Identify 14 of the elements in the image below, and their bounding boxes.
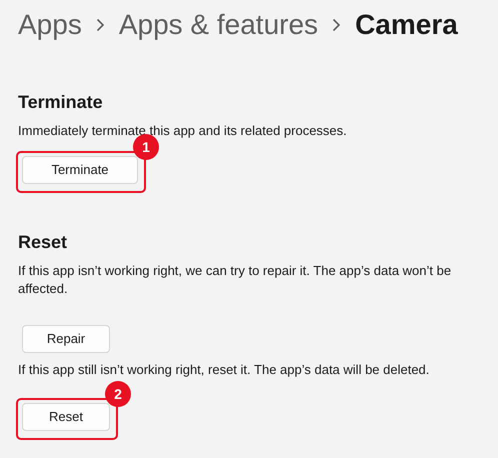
callout-badge: 2	[105, 381, 131, 407]
description-text: If this app still isn’t working right, reset it. The app’s data will be deleted.	[18, 361, 430, 379]
action-button[interactable]: Repair	[22, 325, 110, 353]
breadcrumb-link[interactable]: Apps	[18, 4, 82, 46]
chevron-icon	[332, 18, 342, 32]
description-text: If this app isn’t working right, we can try to repair it. The app’s data won’t be affected.	[18, 262, 452, 298]
action-button[interactable]: Terminate	[22, 156, 138, 184]
page-title: Camera	[355, 8, 458, 42]
callout-badge: 1	[133, 134, 159, 160]
breadcrumb-link[interactable]: Apps & features	[118, 4, 318, 46]
section-heading: Terminate	[18, 91, 104, 114]
chevron-icon	[96, 18, 105, 32]
action-button[interactable]: Reset	[22, 403, 110, 431]
section-heading: Reset	[18, 231, 68, 254]
